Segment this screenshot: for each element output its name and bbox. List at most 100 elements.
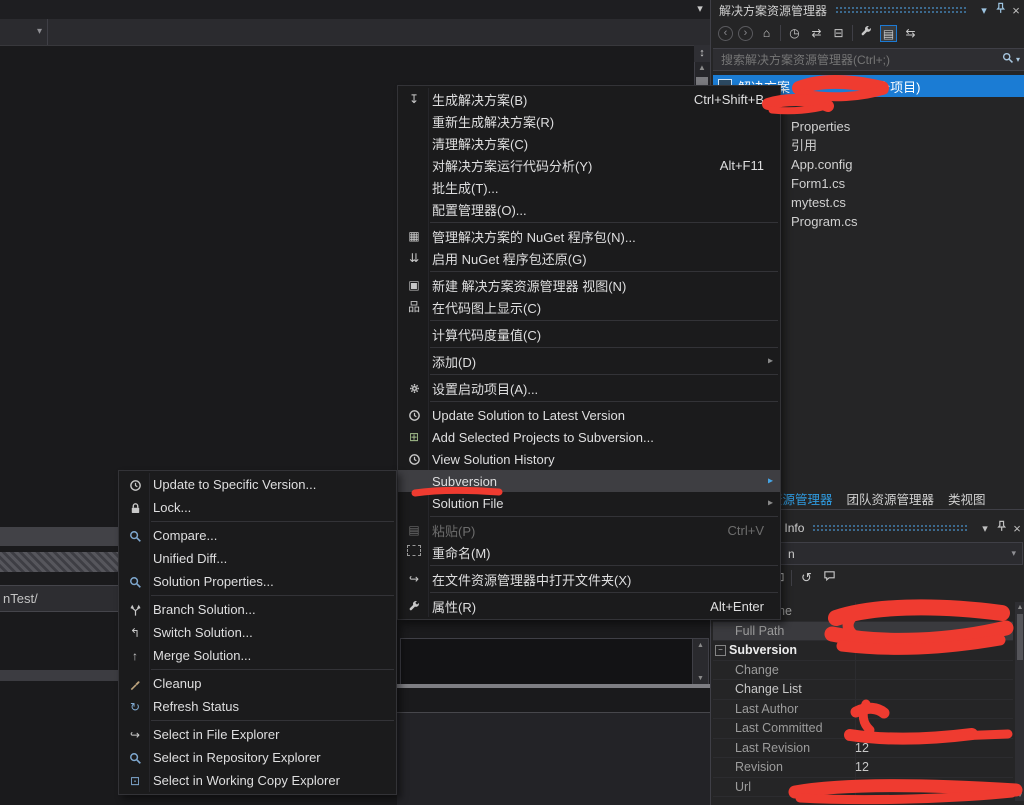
property-row-last-revision[interactable]: Last Revision12	[713, 739, 1013, 759]
pin-icon[interactable]	[993, 520, 1009, 536]
close-icon[interactable]: ×	[1008, 3, 1024, 18]
grid-scrollbar[interactable]: ▲ ▼	[1015, 602, 1024, 801]
background-scrollbar[interactable]: ▲ ▼	[692, 638, 709, 686]
property-label: Full Path	[713, 624, 784, 638]
background-text-box	[400, 638, 694, 688]
split-window-grip[interactable]: ↕	[694, 45, 710, 62]
scroll-down-icon[interactable]: ▼	[1015, 792, 1024, 799]
menu-item-new-solution-explorer-view[interactable]: ▣新建 解决方案资源管理器 视图(N)	[398, 274, 780, 296]
show-all-files-icon[interactable]: ▤	[880, 25, 897, 42]
menu-separator	[430, 516, 778, 517]
menu-separator	[430, 565, 778, 566]
menu-item-select-in-file-explorer[interactable]: ↪Select in File Explorer	[119, 723, 396, 746]
scroll-up-icon[interactable]: ▲	[693, 642, 708, 649]
tab-class-view[interactable]: 类视图	[941, 489, 993, 508]
toolbar-separator	[852, 25, 853, 41]
close-icon[interactable]: ×	[1009, 521, 1024, 536]
search-icon[interactable]	[1002, 51, 1014, 69]
menu-item-calculate-code-metrics[interactable]: 计算代码度量值(C)	[398, 323, 780, 345]
forward-icon[interactable]: ›	[738, 26, 753, 41]
navigation-dropdown[interactable]: ▾	[0, 19, 48, 45]
menu-item-solution-file[interactable]: Solution File▸	[398, 492, 780, 514]
menu-item-open-folder-in-file-explorer[interactable]: ↪在文件资源管理器中打开文件夹(X)	[398, 568, 780, 590]
property-label: Revision	[713, 760, 783, 774]
menu-item-configuration-manager[interactable]: 配置管理器(O)...	[398, 198, 780, 220]
window-position-icon[interactable]: ▾	[976, 4, 992, 17]
collapse-all-icon[interactable]: ⊟	[830, 25, 847, 42]
refresh-icon[interactable]: ⇄	[808, 25, 825, 42]
panel-title: 解决方案资源管理器	[711, 2, 827, 19]
menu-item-batch-build[interactable]: 批生成(T)...	[398, 176, 780, 198]
menu-item-subversion[interactable]: Subversion▸	[398, 470, 780, 492]
menu-item-lock[interactable]: Lock...	[119, 496, 396, 519]
history-icon[interactable]: ↺	[798, 569, 815, 586]
property-group-subversion[interactable]: −Subversion	[713, 641, 1013, 661]
menu-item-show-on-code-map[interactable]: 品在代码图上显示(C)	[398, 296, 780, 318]
menu-item-manage-nuget[interactable]: ▦管理解决方案的 NuGet 程序包(N)...	[398, 225, 780, 247]
menu-item-build-solution[interactable]: ↧生成解决方案(B)Ctrl+Shift+B	[398, 88, 780, 110]
menu-item-solution-properties[interactable]: Solution Properties...	[119, 570, 396, 593]
menu-item-select-in-working-copy-explorer[interactable]: ⊡Select in Working Copy Explorer	[119, 769, 396, 792]
toolbar-overflow-icon[interactable]: ▾	[692, 2, 708, 16]
property-row-revision[interactable]: Revision12	[713, 758, 1013, 778]
menu-item-branch-solution[interactable]: Branch Solution...	[119, 598, 396, 621]
property-label: Change	[713, 663, 779, 677]
scroll-up-icon[interactable]: ▲	[694, 63, 710, 75]
menu-item-switch-solution[interactable]: ↰Switch Solution...	[119, 621, 396, 644]
property-row-url[interactable]: Url	[713, 778, 1013, 798]
titlebar-grip	[812, 524, 969, 533]
build-icon: ↧	[402, 92, 426, 106]
chevron-down-icon[interactable]: ▾	[1016, 55, 1020, 64]
menu-item-run-code-analysis[interactable]: 对解决方案运行代码分析(Y)Alt+F11	[398, 154, 780, 176]
search-input[interactable]	[713, 52, 1002, 68]
back-icon[interactable]: ‹	[718, 26, 733, 41]
menu-item-select-in-repository-explorer[interactable]: Select in Repository Explorer	[119, 746, 396, 769]
menu-item-cleanup[interactable]: Cleanup	[119, 672, 396, 695]
search-box[interactable]: ▾	[713, 48, 1024, 71]
menu-item-refresh-status[interactable]: ↻Refresh Status	[119, 695, 396, 718]
editor-tab-strip	[0, 0, 710, 19]
rename-icon	[402, 545, 426, 559]
vs-ide-window: ▾ ▾ ↕ ▲ nTest/ ▲ ▼ 解决方案资源管理器 ▾ × ‹ › ⌂ ◷…	[0, 0, 1024, 805]
menu-item-set-startup-projects[interactable]: 设置启动项目(A)...	[398, 377, 780, 399]
menu-item-view-solution-history[interactable]: View Solution History	[398, 448, 780, 470]
property-row-change-list[interactable]: Change List	[713, 680, 1013, 700]
menu-item-properties[interactable]: 属性(R)Alt+Enter	[398, 595, 780, 617]
pin-icon[interactable]	[992, 2, 1008, 18]
menu-item-add-projects-to-subversion[interactable]: ⊞Add Selected Projects to Subversion...	[398, 426, 780, 448]
menu-item-clean-solution[interactable]: 清理解决方案(C)	[398, 132, 780, 154]
sync-with-active-document-icon[interactable]: ⇆	[902, 25, 919, 42]
menu-item-compare[interactable]: Compare...	[119, 524, 396, 547]
home-icon[interactable]: ⌂	[758, 25, 775, 42]
menu-item-paste[interactable]: ▤粘贴(P)Ctrl+V	[398, 519, 780, 541]
scroll-down-icon[interactable]: ▼	[693, 675, 708, 682]
update-version-icon	[123, 477, 147, 491]
window-position-icon[interactable]: ▾	[977, 522, 993, 535]
property-row-full-path[interactable]: Full Path	[713, 622, 1013, 642]
menu-item-merge-solution[interactable]: ↑Merge Solution...	[119, 644, 396, 667]
comment-icon[interactable]	[821, 569, 838, 586]
properties-wrench-icon[interactable]	[858, 25, 875, 42]
menu-separator	[430, 320, 778, 321]
property-row-last-committed[interactable]: Last Committed	[713, 719, 1013, 739]
property-row-last-author[interactable]: Last Author	[713, 700, 1013, 720]
menu-item-rebuild-solution[interactable]: 重新生成解决方案(R)	[398, 110, 780, 132]
menu-item-update-to-specific-version[interactable]: Update to Specific Version...	[119, 473, 396, 496]
menu-item-update-solution-latest[interactable]: Update Solution to Latest Version	[398, 404, 780, 426]
tab-team-explorer[interactable]: 团队资源管理器	[840, 489, 942, 508]
divider	[397, 684, 710, 688]
property-row-change[interactable]: Change	[713, 661, 1013, 681]
submenu-arrow-icon: ▸	[768, 476, 773, 487]
scrollbar-thumb[interactable]	[1017, 614, 1023, 660]
scroll-up-icon[interactable]: ▲	[1015, 604, 1024, 611]
menu-separator	[151, 669, 394, 670]
solution-explorer-titlebar[interactable]: 解决方案资源管理器 ▾ ×	[711, 0, 1024, 20]
menu-item-rename[interactable]: 重命名(M)	[398, 541, 780, 563]
menu-item-enable-nuget-restore[interactable]: ⇊启用 NuGet 程序包还原(G)	[398, 247, 780, 269]
menu-item-add[interactable]: 添加(D)▸	[398, 350, 780, 372]
history-icon	[402, 452, 426, 466]
menu-item-unified-diff[interactable]: Unified Diff...	[119, 547, 396, 570]
menu-separator	[430, 271, 778, 272]
pending-changes-filter-icon[interactable]: ◷	[786, 25, 803, 42]
collapse-group-icon[interactable]: −	[715, 645, 726, 656]
